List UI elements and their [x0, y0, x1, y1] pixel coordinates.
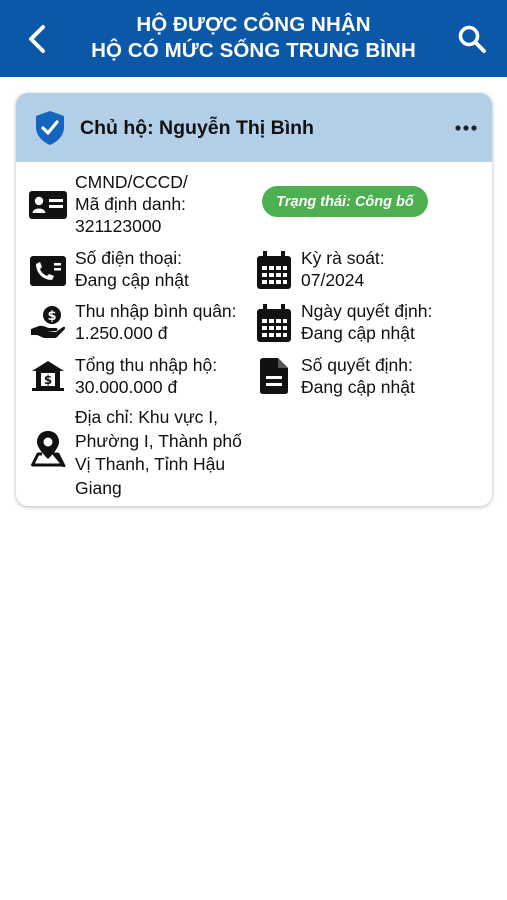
address-line4: Giang	[75, 477, 122, 498]
total-income-label: Tổng thu nhập hộ:	[75, 355, 218, 375]
page-title: HỘ ĐƯỢC CÔNG NHẬN HỘ CÓ MỨC SỐNG TRUNG B…	[91, 12, 416, 64]
decision-number-field: Số quyết định: Đang cập nhật	[254, 354, 484, 400]
address-line2: Phường I, Thành phố	[75, 430, 242, 451]
total-income-field: $ Tổng thu nhập hộ: 30.000.000 đ	[28, 354, 258, 400]
verified-shield-icon	[36, 111, 64, 145]
search-icon	[458, 25, 486, 53]
review-period-label: Kỳ rà soát:	[301, 248, 385, 268]
decision-number-text: Số quyết định: Đang cập nhật	[301, 354, 415, 398]
status-badge: Trạng thái: Công bố	[262, 186, 428, 217]
household-card[interactable]: Chủ hộ: Nguyễn Thị Bình CMND/CCCD/ Mã đị…	[16, 93, 492, 506]
id-card-icon	[28, 185, 68, 225]
decision-date-label: Ngày quyết định:	[301, 301, 433, 321]
phone-contact-icon	[28, 251, 68, 291]
decision-date-text: Ngày quyết định: Đang cập nhật	[301, 300, 432, 344]
phone-value: Đang cập nhật	[75, 270, 189, 290]
decision-date-field: Ngày quyết định: Đang cập nhật	[254, 300, 484, 346]
decision-date-value: Đang cập nhật	[301, 323, 415, 343]
id-text: CMND/CCCD/ Mã định danh: 321123000	[75, 171, 188, 237]
bank-house-icon: $	[28, 356, 68, 396]
income-hand-icon: $	[28, 303, 68, 343]
id-field: CMND/CCCD/ Mã định danh: 321123000	[28, 171, 258, 241]
back-button[interactable]	[22, 22, 52, 56]
map-location-icon	[28, 428, 68, 468]
page-title-line2: HỘ CÓ MỨC SỐNG TRUNG BÌNH	[91, 38, 416, 62]
calendar-icon	[254, 250, 294, 290]
document-icon	[254, 356, 294, 396]
review-period-text: Kỳ rà soát: 07/2024	[301, 247, 385, 291]
decision-number-value: Đang cập nhật	[301, 377, 415, 397]
more-options-icon[interactable]	[454, 119, 478, 137]
avg-income-text: Thu nhập bình quân: 1.250.000 đ	[75, 300, 237, 344]
id-value: 321123000	[75, 216, 162, 236]
id-label-line2: Mã định danh:	[75, 194, 186, 214]
address-line3: Vị Thanh, Tỉnh Hậu	[75, 454, 226, 474]
chevron-left-icon	[29, 25, 45, 53]
total-income-value: 30.000.000 đ	[75, 377, 178, 397]
page-title-line1: HỘ ĐƯỢC CÔNG NHẬN	[136, 12, 371, 36]
svg-text:$: $	[44, 373, 52, 387]
phone-label: Số điện thoại:	[75, 248, 183, 268]
phone-text: Số điện thoại: Đang cập nhật	[75, 247, 189, 291]
avg-income-field: $ Thu nhập bình quân: 1.250.000 đ	[28, 300, 258, 346]
svg-text:$: $	[47, 309, 56, 324]
address-line1: Địa chỉ: Khu vực I,	[75, 407, 219, 427]
avg-income-value: 1.250.000 đ	[75, 323, 168, 343]
review-period-field: Kỳ rà soát: 07/2024	[254, 247, 484, 293]
review-period-value: 07/2024	[301, 270, 365, 290]
avg-income-label: Thu nhập bình quân:	[75, 301, 237, 321]
id-label-line1: CMND/CCCD/	[75, 172, 188, 192]
decision-number-label: Số quyết định:	[301, 355, 413, 375]
search-button[interactable]	[457, 24, 487, 54]
total-income-text: Tổng thu nhập hộ: 30.000.000 đ	[75, 354, 217, 398]
app-header: HỘ ĐƯỢC CÔNG NHẬN HỘ CÓ MỨC SỐNG TRUNG B…	[0, 0, 507, 77]
address-text: Địa chỉ: Khu vực I, Phường I, Thành phố …	[75, 406, 242, 500]
phone-field: Số điện thoại: Đang cập nhật	[28, 247, 258, 293]
household-owner: Chủ hộ: Nguyễn Thị Bình	[80, 117, 314, 139]
card-header: Chủ hộ: Nguyễn Thị Bình	[16, 93, 492, 162]
calendar-icon	[254, 303, 294, 343]
address-field: Địa chỉ: Khu vực I, Phường I, Thành phố …	[28, 406, 278, 498]
